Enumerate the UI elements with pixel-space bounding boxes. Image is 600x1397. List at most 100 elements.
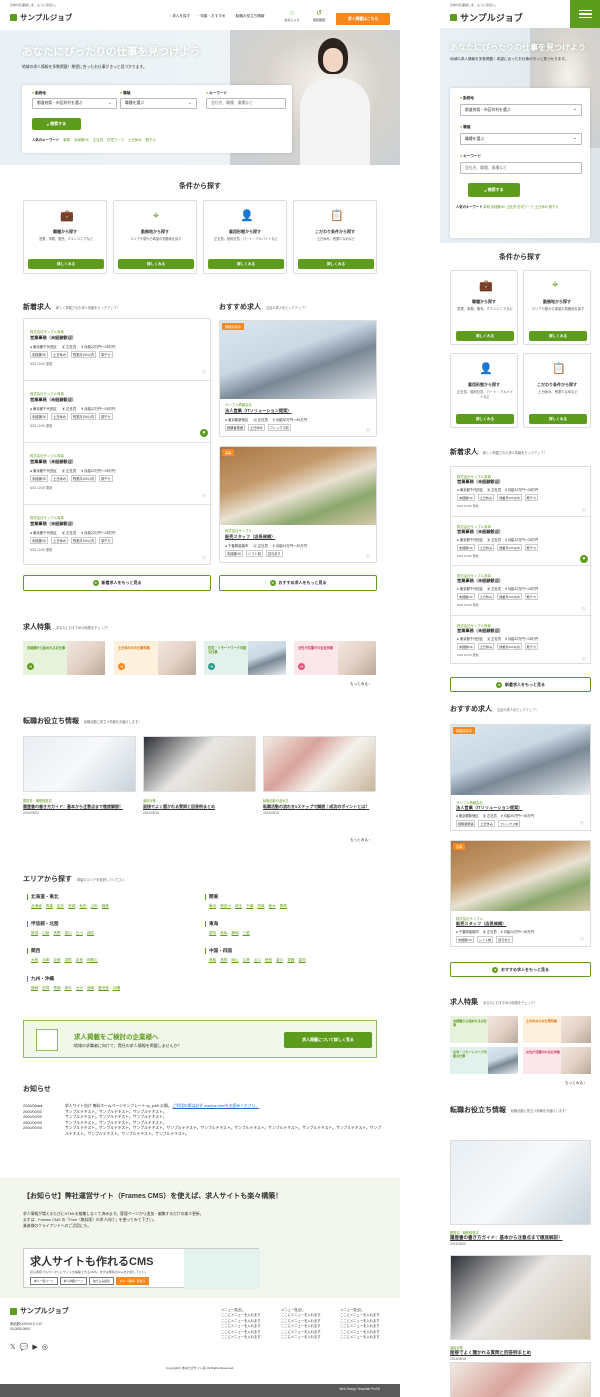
- job-item[interactable]: 株式会社サンプル商事 営業事務（未経験歓迎） ● 東京都千代田区 ▣ 正社員 ¥ 月給2…: [451, 566, 592, 616]
- job-item[interactable]: 株式会社サンプル商事 営業事務（未経験歓迎） ● 東京都千代田区 ▣ 正社員 ¥ 月給2…: [451, 616, 592, 666]
- condition-button[interactable]: 詳しくみる: [118, 259, 194, 269]
- footer-link[interactable]: ここにメニューを入れます: [281, 1324, 321, 1329]
- condition-button[interactable]: 詳しくみる: [208, 259, 284, 269]
- feature-card[interactable]: 女性が活躍中の会社特集 ➔: [294, 641, 376, 675]
- keyword-link[interactable]: 未経験OK: [491, 205, 506, 209]
- area-link[interactable]: 和歌山: [87, 958, 98, 963]
- heart-icon[interactable]: ♡: [364, 553, 372, 561]
- area-link[interactable]: 大阪: [31, 958, 38, 963]
- condition-button[interactable]: 詳しくみる: [298, 259, 374, 269]
- area-link[interactable]: 高知: [299, 958, 306, 963]
- line-icon[interactable]: 💬: [20, 1343, 29, 1351]
- area-link[interactable]: 群馬: [280, 904, 287, 909]
- recommended-card[interactable]: 積極採用中 サンプル情報会社 法人営業（ITソリューション提案） ● 東京都新宿区 ▣ …: [450, 724, 591, 831]
- heart-icon[interactable]: ♡: [578, 820, 586, 828]
- heart-icon[interactable]: ♡: [364, 427, 372, 435]
- x-icon[interactable]: 𝕏: [10, 1343, 16, 1351]
- area-link[interactable]: 長野: [53, 931, 60, 936]
- features-more-link[interactable]: もっとみる: [565, 1081, 585, 1086]
- search-button[interactable]: ⌕ 検索する: [468, 183, 520, 197]
- area-link[interactable]: 埼玉: [235, 904, 242, 909]
- footer-link[interactable]: ここにメニューを入れます: [340, 1324, 380, 1329]
- keyword-link[interactable]: 正社員: [93, 137, 103, 142]
- area-link[interactable]: 新潟: [31, 931, 38, 936]
- area-link[interactable]: 愛知: [209, 931, 216, 936]
- location-select[interactable]: 都道府県・市区町村を選ぶ: [32, 98, 117, 109]
- area-link[interactable]: 福島: [102, 904, 109, 909]
- feature-card[interactable]: 在宅・リモートワーク可能な仕事: [450, 1047, 518, 1074]
- location-select[interactable]: 都道府県・市区町村を選ぶ: [460, 104, 582, 116]
- area-link[interactable]: 滋賀: [65, 958, 72, 963]
- column-card[interactable]: 転職活動の進め方 転職活動の流れを5ステップで解説｜成功のポイントとは？ 2024/…: [263, 736, 376, 831]
- area-link[interactable]: 青森: [46, 904, 53, 909]
- area-link[interactable]: 三重: [243, 931, 250, 936]
- column-card[interactable]: 履歴書・職務経歴書 履歴書の書き方ガイド：基本から注意点まで徹底解説！ 2024/0…: [23, 736, 136, 831]
- keyword-input[interactable]: 会社名、職種、業種など: [206, 98, 286, 109]
- area-link[interactable]: 千葉: [246, 904, 253, 909]
- footer-logo[interactable]: サンプルジョブ: [10, 1306, 69, 1316]
- area-link[interactable]: 秋田: [79, 904, 86, 909]
- heart-icon[interactable]: ♡: [200, 493, 208, 501]
- condition-button[interactable]: 詳しくみる: [28, 259, 104, 269]
- keyword-link[interactable]: 正社員: [506, 205, 516, 209]
- heart-icon[interactable]: ♡: [578, 936, 586, 944]
- area-link[interactable]: 茨城: [257, 904, 264, 909]
- keyword-link[interactable]: 未経験OK: [74, 137, 89, 142]
- job-item[interactable]: 株式会社サンプル商事 営業事務（未経験歓迎） ● 東京都千代田区 ▣ 正社員 ¥ 月…: [24, 443, 212, 505]
- area-link[interactable]: 東京: [209, 904, 216, 909]
- area-link[interactable]: 山口: [254, 958, 261, 963]
- area-link[interactable]: 大分: [76, 986, 83, 991]
- footer-link[interactable]: ここにメニューを入れます: [281, 1335, 321, 1340]
- heart-icon[interactable]: ♥: [580, 554, 588, 563]
- more-new-jobs-button[interactable]: 新着求人をもっと見る: [450, 677, 591, 692]
- area-link[interactable]: 岩手: [57, 904, 64, 909]
- feature-card[interactable]: 女性が活躍中の会社特集: [523, 1047, 591, 1074]
- hamburger-menu-icon[interactable]: [570, 0, 600, 28]
- site-logo[interactable]: サンプルジョブ: [10, 12, 72, 23]
- area-link[interactable]: 静岡: [231, 931, 238, 936]
- history-link[interactable]: ↺ 閲覧履歴: [311, 10, 327, 22]
- banner-button[interactable]: 求人掲載について詳しく見る: [284, 1032, 372, 1048]
- area-link[interactable]: 熊本: [65, 986, 72, 991]
- news-link[interactable]: ご利用の際は必ず readme.htmlをお読みください。: [173, 1104, 260, 1108]
- keyword-link[interactable]: 在宅ワーク: [107, 137, 124, 142]
- recommended-card[interactable]: 積極採用中 サンプル情報会社 法人営業（ITソリューション提案） ● 東京都新宿…: [219, 320, 377, 437]
- keyword-link[interactable]: 駅チカ: [549, 205, 559, 209]
- nav-item-search[interactable]: 求人を探す: [170, 14, 190, 19]
- heart-icon[interactable]: ♥: [200, 429, 208, 437]
- more-new-jobs-button[interactable]: 新着求人をもっと見る: [23, 575, 211, 591]
- keyword-link[interactable]: 土日休み: [535, 205, 548, 209]
- footer-link[interactable]: ここにメニューを入れます: [221, 1324, 261, 1329]
- feature-card[interactable]: 未経験から始めれるお仕事: [450, 1016, 518, 1043]
- post-job-button[interactable]: 求人掲載はこちら: [336, 13, 390, 25]
- area-link[interactable]: 岡山: [231, 958, 238, 963]
- area-link[interactable]: 富山: [65, 931, 72, 936]
- area-link[interactable]: 山梨: [42, 931, 49, 936]
- footer-link[interactable]: ここにメニューを入れます: [340, 1335, 380, 1340]
- area-link[interactable]: 兵庫: [42, 958, 49, 963]
- job-item[interactable]: 株式会社サンプル商事 営業事務（未経験歓迎） ● 東京都千代田区 ▣ 正社員 ¥ 月給2…: [451, 467, 592, 517]
- area-link[interactable]: 広島: [243, 958, 250, 963]
- mobile-logo[interactable]: サンプルジョブ: [450, 11, 523, 24]
- area-link[interactable]: 愛媛: [287, 958, 294, 963]
- area-link[interactable]: 宮崎: [87, 986, 94, 991]
- area-link[interactable]: 佐賀: [42, 986, 49, 991]
- area-link[interactable]: 宮城: [68, 904, 75, 909]
- area-link[interactable]: 鳥取: [209, 958, 216, 963]
- favorites-link[interactable]: ☆ お気に入り: [284, 10, 300, 22]
- heart-icon[interactable]: ♡: [200, 369, 208, 377]
- recommended-card[interactable]: 急募 株式会社サンプル 販売スタッフ（店長候補） ● 千葉県船橋市 ▣ 正社員 ¥ …: [219, 446, 377, 563]
- area-link[interactable]: 鹿児島: [98, 986, 109, 991]
- column-card[interactable]: 面接対策 面接でよく聞かれる質問と回答例まとめ 2024/05/18: [143, 736, 256, 831]
- area-link[interactable]: 岐阜: [220, 931, 227, 936]
- keyword-link[interactable]: 在宅ワーク: [517, 205, 533, 209]
- condition-button[interactable]: 詳しくみる: [529, 414, 587, 424]
- area-link[interactable]: 北海道: [31, 904, 42, 909]
- area-link[interactable]: 福岡: [31, 986, 38, 991]
- keyword-input[interactable]: 会社名、職種、業種など: [460, 162, 582, 174]
- job-item[interactable]: 株式会社サンプル商事 営業事務（未経験歓迎） ● 東京都千代田区 ▣ 正社員 ¥ 月…: [24, 505, 212, 567]
- area-link[interactable]: 島根: [220, 958, 227, 963]
- nav-item-columns[interactable]: 転職お役立ち情報: [234, 14, 265, 19]
- area-link[interactable]: 山形: [91, 904, 98, 909]
- job-item[interactable]: 株式会社サンプル商事 営業事務（未経験歓迎） ● 東京都千代田区 ▣ 正社員 ¥ 月給2…: [451, 517, 592, 566]
